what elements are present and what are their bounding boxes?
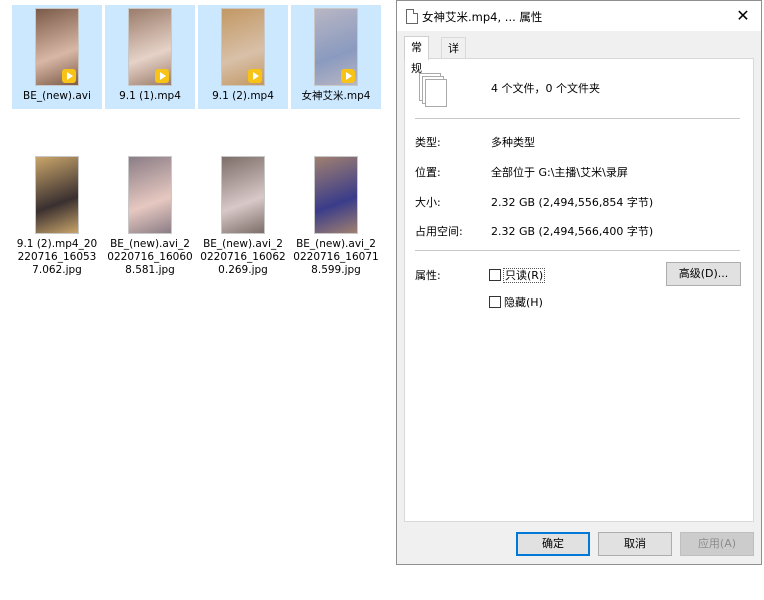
image-file-item[interactable]: BE_(new).avi_20220716_160620.269.jpg [198,153,288,277]
image-thumbnail [35,156,79,234]
tab-details[interactable]: 详细信息 [441,37,466,118]
player-badge-icon [248,69,262,83]
player-badge-icon [62,69,76,83]
file-icon [406,9,418,24]
player-badge-icon [155,69,169,83]
checkbox-box[interactable] [489,296,501,308]
file-name: BE_(new).avi [23,90,91,102]
apply-button[interactable]: 应用(A) [680,532,754,556]
size-label: 大小: [415,196,441,209]
divider [415,250,740,251]
image-file-item[interactable]: BE_(new).avi_20220716_160718.599.jpg [291,153,381,277]
tab-general[interactable]: 常规 [404,36,429,75]
file-name: 9.1 (2).mp4_20220716_160537.062.jpg [16,238,98,276]
image-thumbnail [314,156,358,234]
video-file-item[interactable]: BE_(new).avi [12,5,102,109]
video-thumbnail [128,8,172,86]
cancel-button[interactable]: 取消 [598,532,672,556]
attributes-label: 属性: [415,269,441,282]
location-label: 位置: [415,166,441,179]
file-name: BE_(new).avi_20220716_160718.599.jpg [293,238,379,276]
video-thumbnail [314,8,358,86]
file-count-summary: 4 个文件，0 个文件夹 [491,82,600,95]
checkbox-box[interactable] [489,269,501,281]
title-bar[interactable]: 女神艾米.mp4, ... 属性 ✕ [397,1,761,31]
video-thumbnail [35,8,79,86]
close-icon[interactable]: ✕ [725,1,761,31]
video-file-item[interactable]: 女神艾米.mp4 [291,5,381,109]
location-value: 全部位于 G:\主播\艾米\录屏 [491,166,628,179]
multiple-files-icon [419,73,449,107]
video-thumbnail [221,8,265,86]
video-file-item[interactable]: 9.1 (1).mp4 [105,5,195,109]
image-thumbnail [221,156,265,234]
type-value: 多种类型 [491,136,535,149]
general-panel: 4 个文件，0 个文件夹 类型: 多种类型 位置: 全部位于 G:\主播\艾米\… [404,58,754,522]
ok-button[interactable]: 确定 [516,532,590,556]
player-badge-icon [341,69,355,83]
advanced-button[interactable]: 高级(D)... [666,262,741,286]
dialog-title: 女神艾米.mp4, ... 属性 [422,10,543,24]
file-name: 9.1 (2).mp4 [212,90,274,102]
file-name: 女神艾米.mp4 [301,90,371,102]
hidden-label: 隐藏(H) [504,296,543,309]
file-name: 9.1 (1).mp4 [119,90,181,102]
video-file-item[interactable]: 9.1 (2).mp4 [198,5,288,109]
properties-dialog: 女神艾米.mp4, ... 属性 ✕ 常规 详细信息 4 个文件，0 个文件夹 … [396,0,762,565]
divider [415,118,740,119]
hidden-checkbox[interactable]: 隐藏(H) [489,294,543,310]
file-name: BE_(new).avi_20220716_160608.581.jpg [107,238,193,276]
image-file-item[interactable]: BE_(new).avi_20220716_160608.581.jpg [105,153,195,277]
file-name: BE_(new).avi_20220716_160620.269.jpg [200,238,286,276]
type-label: 类型: [415,136,441,149]
image-file-item[interactable]: 9.1 (2).mp4_20220716_160537.062.jpg [12,153,102,277]
size-on-disk-value: 2.32 GB (2,494,566,400 字节) [491,225,654,238]
size-value: 2.32 GB (2,494,556,854 字节) [491,196,654,209]
size-on-disk-label: 占用空间: [415,225,463,238]
readonly-label: 只读(R) [502,268,546,283]
image-thumbnail [128,156,172,234]
readonly-checkbox[interactable]: 只读(R) [489,267,546,283]
